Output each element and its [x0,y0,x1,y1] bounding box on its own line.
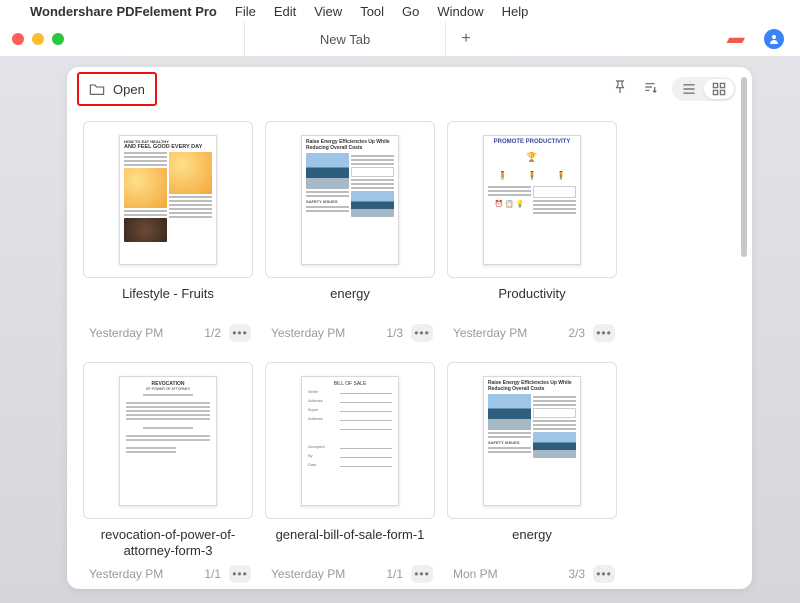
file-thumbnail[interactable]: BILL OF SALE Seller Address Buyer Addres… [265,362,435,519]
menu-go[interactable]: Go [402,4,419,19]
view-toggle [672,77,736,101]
file-pages: 1/1 [204,567,221,581]
file-date: Yesterday PM [271,567,345,581]
file-item[interactable]: HOW TO EAT HEALTHY AND FEEL GOOD EVERY D… [83,121,253,342]
file-date: Yesterday PM [89,326,163,340]
file-date: Yesterday PM [89,567,163,581]
more-icon[interactable]: ••• [229,565,251,583]
file-title: Lifestyle - Fruits [83,278,253,322]
home-topbar: Open [67,67,752,111]
window-titlebar: New Tab + ▰▰ [0,22,800,56]
zoom-window-icon[interactable] [52,33,64,45]
close-window-icon[interactable] [12,33,24,45]
file-pages: 1/2 [204,326,221,340]
file-thumbnail[interactable]: HOW TO EAT HEALTHY AND FEEL GOOD EVERY D… [83,121,253,278]
more-icon[interactable]: ••• [593,324,615,342]
pin-icon[interactable] [612,79,628,99]
menu-help[interactable]: Help [502,4,529,19]
file-pages: 2/3 [568,326,585,340]
open-button[interactable]: Open [77,72,157,106]
app-name[interactable]: Wondershare PDFelement Pro [30,4,217,19]
add-tab-button[interactable]: + [446,30,486,48]
file-thumbnail[interactable]: Raise Energy Efficiencies Up While Reduc… [447,362,617,519]
file-item[interactable]: REVOCATION OF POWER OF ATTORNEY revocati… [83,362,253,583]
recent-files-grid: HOW TO EAT HEALTHY AND FEEL GOOD EVERY D… [67,111,752,599]
file-item[interactable]: PROMOTE PRODUCTIVITY 🏆 🧍🧍🧍 ⏰ 📋 💡 Product… [447,121,617,342]
account-avatar[interactable] [764,29,784,49]
open-button-label: Open [113,82,145,97]
file-item[interactable]: BILL OF SALE Seller Address Buyer Addres… [265,362,435,583]
file-title: energy [447,519,617,563]
file-date: Yesterday PM [453,326,527,340]
list-view-button[interactable] [674,79,704,99]
gift-icon[interactable]: ▰▰ [726,31,742,48]
tab-new[interactable]: New Tab [244,22,446,56]
file-thumbnail[interactable]: Raise Energy Efficiencies Up While Reduc… [265,121,435,278]
file-item[interactable]: Raise Energy Efficiencies Up While Reduc… [447,362,617,583]
tab-label: New Tab [320,32,370,47]
scrollbar[interactable] [741,77,747,257]
more-icon[interactable]: ••• [411,565,433,583]
menu-tool[interactable]: Tool [360,4,384,19]
file-thumbnail[interactable]: REVOCATION OF POWER OF ATTORNEY [83,362,253,519]
sort-icon[interactable] [642,79,658,99]
more-icon[interactable]: ••• [229,324,251,342]
menu-file[interactable]: File [235,4,256,19]
file-pages: 3/3 [568,567,585,581]
home-card: Open HOW TO EAT HEALTHY AND FEEL GOOD EV… [67,67,752,589]
menu-view[interactable]: View [314,4,342,19]
file-pages: 1/1 [386,567,403,581]
file-title: revocation-of-power-of-attorney-form-3 [83,519,253,563]
minimize-window-icon[interactable] [32,33,44,45]
file-date: Mon PM [453,567,498,581]
menu-window[interactable]: Window [437,4,483,19]
more-icon[interactable]: ••• [411,324,433,342]
file-item[interactable]: Raise Energy Efficiencies Up While Reduc… [265,121,435,342]
file-pages: 1/3 [386,326,403,340]
file-title: Productivity [447,278,617,322]
file-title: energy [265,278,435,322]
grid-view-button[interactable] [704,79,734,99]
file-thumbnail[interactable]: PROMOTE PRODUCTIVITY 🏆 🧍🧍🧍 ⏰ 📋 💡 [447,121,617,278]
file-title: general-bill-of-sale-form-1 [265,519,435,563]
file-date: Yesterday PM [271,326,345,340]
more-icon[interactable]: ••• [593,565,615,583]
mac-menubar: Wondershare PDFelement Pro File Edit Vie… [0,0,800,22]
menu-edit[interactable]: Edit [274,4,296,19]
